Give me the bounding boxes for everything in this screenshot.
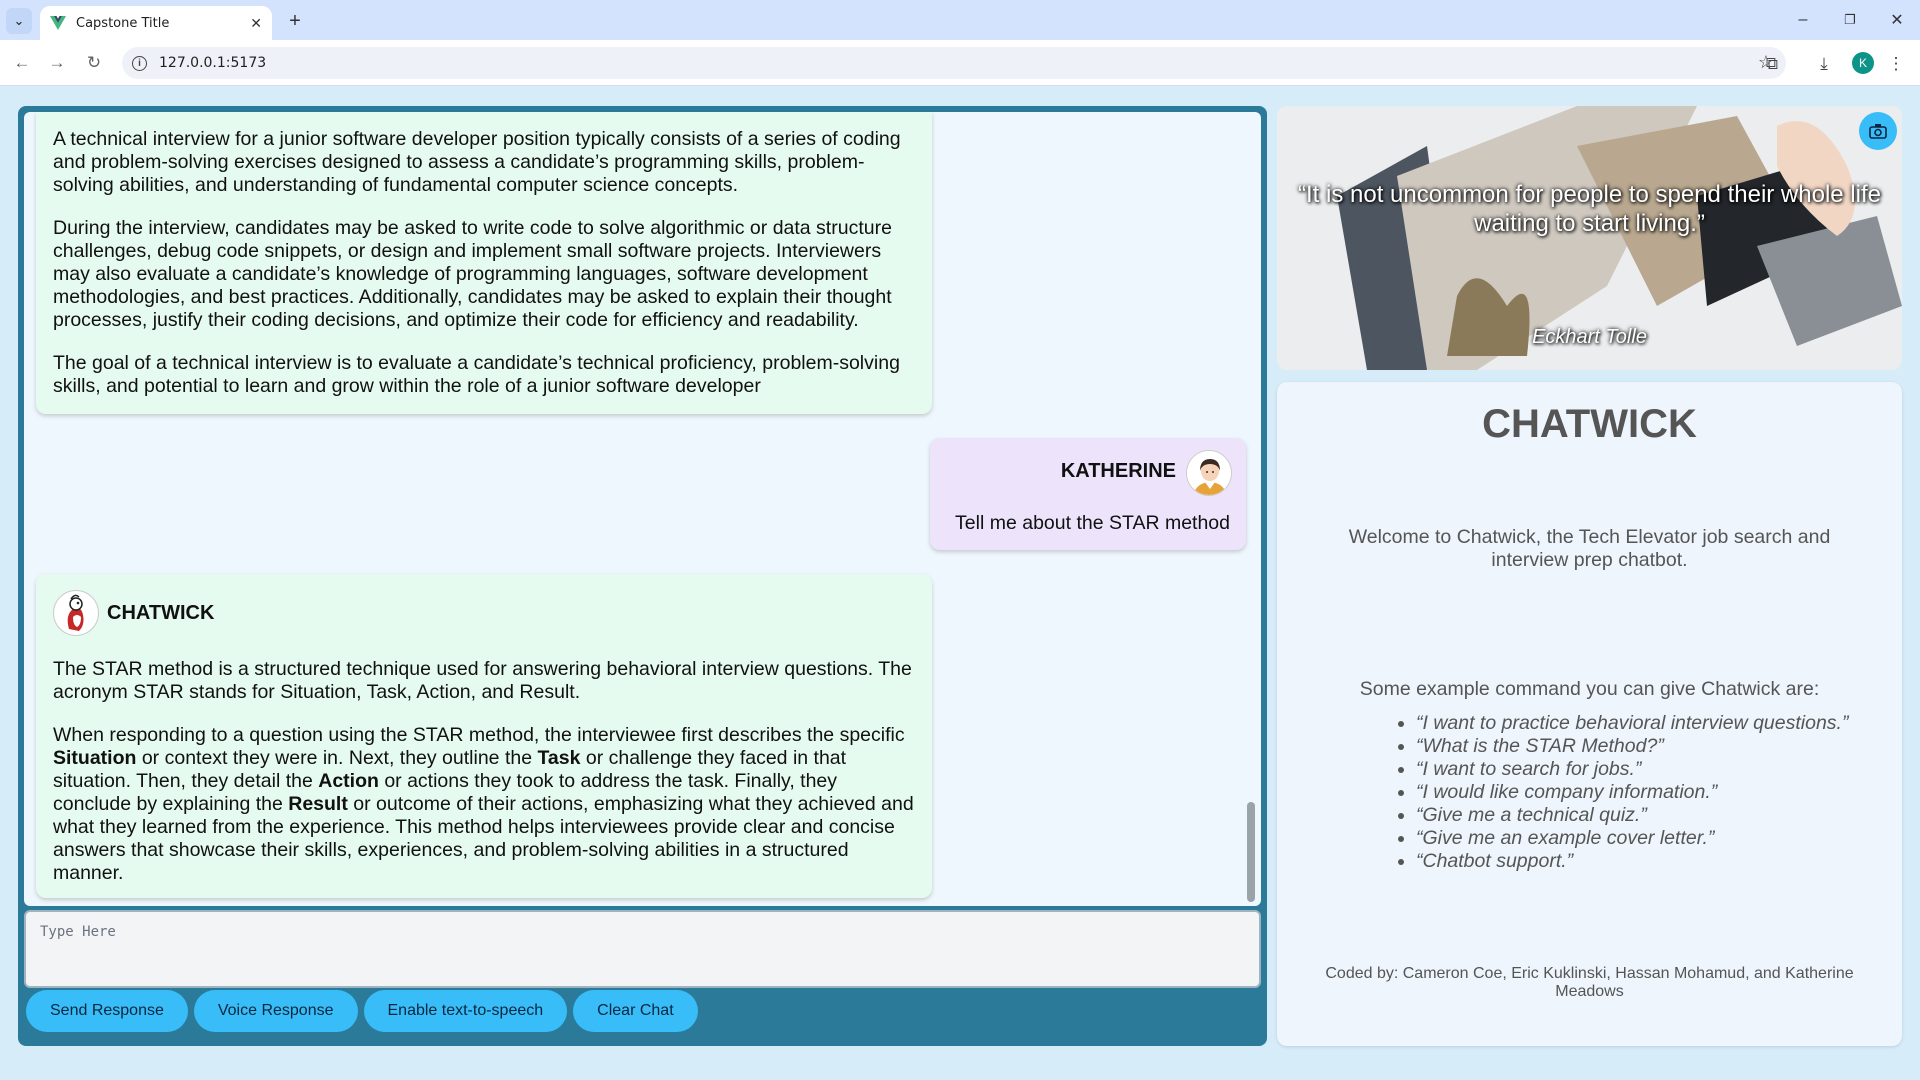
bot-message: A technical interview for a junior softw… — [36, 112, 932, 414]
text-run: When responding to a question using the … — [53, 724, 905, 746]
chatwick-avatar — [53, 590, 99, 636]
camera-button[interactable] — [1859, 112, 1897, 150]
chatwick-mascot-icon — [67, 594, 84, 631]
info-title: CHATWICK — [1482, 402, 1697, 446]
examples-heading: Some example command you can give Chatwi… — [1359, 678, 1820, 700]
message-paragraph: During the interview, candidates may be … — [53, 217, 892, 331]
star-term: Task — [537, 747, 581, 769]
user-message: KATHERINE Tell me about the STAR method — [930, 438, 1246, 550]
message-sender: CHATWICK — [107, 601, 215, 624]
address-bar[interactable]: i 127.0.0.1:5173 ☆ — [122, 47, 1786, 79]
welcome-text: Welcome to Chatwick, the Tech Elevator j… — [1348, 526, 1831, 571]
send-response-button[interactable]: Send Response — [26, 990, 188, 1032]
message-header: CHATWICK — [53, 590, 914, 636]
tab-title: Capstone Title — [76, 15, 170, 31]
example-command: “I want to search for jobs.” — [1416, 758, 1848, 781]
site-info-icon[interactable]: i — [132, 55, 147, 71]
extensions-icon[interactable]: ⧉ — [1760, 52, 1784, 76]
example-command: “What is the STAR Method?” — [1416, 735, 1848, 758]
new-tab-icon[interactable]: + — [282, 8, 308, 34]
window-close-icon[interactable]: ✕ — [1882, 8, 1912, 32]
person-icon — [1187, 451, 1231, 495]
text-run: or context they were in. Next, they outl… — [136, 747, 538, 769]
example-command: “I would like company information.” — [1416, 781, 1848, 804]
reload-icon[interactable]: ↻ — [82, 51, 106, 75]
camera-icon — [1869, 124, 1887, 139]
browser-toolbar: ← → ↻ i 127.0.0.1:5173 ☆ ⧉ ⤓ ⋮ — [0, 40, 1920, 86]
action-buttons: Send Response Voice Response Enable text… — [26, 990, 698, 1032]
star-term: Action — [318, 770, 379, 792]
example-commands-list: “I want to practice behavioral interview… — [1388, 712, 1848, 873]
example-command: “Give me an example cover letter.” — [1416, 827, 1848, 850]
message-paragraph: A technical interview for a junior softw… — [53, 128, 901, 196]
message-paragraph: The STAR method is a structured techniqu… — [53, 658, 912, 703]
message-input-box[interactable] — [24, 910, 1261, 988]
forward-icon[interactable]: → — [45, 51, 69, 75]
quote-text: “It is not uncommon for people to spend … — [1298, 181, 1881, 237]
example-command: “Chatbot support.” — [1416, 850, 1848, 873]
star-term: Result — [288, 793, 348, 815]
menu-icon[interactable]: ⋮ — [1884, 52, 1908, 76]
message-paragraph: When responding to a question using the … — [53, 724, 914, 885]
message-text: Tell me about the STAR method — [955, 512, 1230, 534]
enable-tts-button[interactable]: Enable text-to-speech — [363, 990, 568, 1032]
example-command: “I want to practice behavioral interview… — [1416, 712, 1848, 735]
restore-icon[interactable]: ❐ — [1835, 8, 1865, 32]
browser-tabbar: ⌄ Capstone Title ✕ + – ❐ ✕ — [0, 0, 1920, 40]
app-root: A technical interview for a junior softw… — [0, 86, 1920, 1080]
tab-search-icon[interactable]: ⌄ — [6, 8, 32, 34]
vue-logo-icon — [50, 16, 66, 30]
quote-card: “It is not uncommon for people to spend … — [1277, 106, 1902, 370]
message-input[interactable] — [26, 912, 1259, 952]
quote-author: Eckhart Tolle — [1532, 326, 1647, 348]
browser-tab[interactable]: Capstone Title ✕ — [40, 6, 272, 40]
credits-text: Coded by: Cameron Coe, Eric Kuklinski, H… — [1325, 965, 1854, 1000]
message-paragraph: The goal of a technical interview is to … — [53, 352, 900, 397]
chat-history[interactable]: A technical interview for a junior softw… — [24, 112, 1261, 906]
tab-close-icon[interactable]: ✕ — [250, 15, 262, 32]
bot-message: CHATWICK The STAR method is a structured… — [36, 574, 932, 898]
clear-chat-button[interactable]: Clear Chat — [573, 990, 698, 1032]
profile-avatar[interactable]: K — [1852, 52, 1874, 74]
voice-response-button[interactable]: Voice Response — [193, 990, 358, 1032]
example-command: “Give me a technical quiz.” — [1416, 804, 1848, 827]
user-avatar — [1186, 450, 1232, 496]
back-icon[interactable]: ← — [10, 51, 34, 75]
message-sender: KATHERINE — [1060, 460, 1176, 482]
chat-scrollbar[interactable] — [1247, 802, 1255, 902]
info-card: CHATWICK Welcome to Chatwick, the Tech E… — [1277, 382, 1902, 1046]
chat-panel: A technical interview for a junior softw… — [18, 106, 1267, 1046]
minimize-icon[interactable]: – — [1788, 8, 1818, 32]
star-term: Situation — [53, 747, 137, 769]
url-text: 127.0.0.1:5173 — [159, 55, 267, 71]
downloads-icon[interactable]: ⤓ — [1812, 52, 1836, 76]
